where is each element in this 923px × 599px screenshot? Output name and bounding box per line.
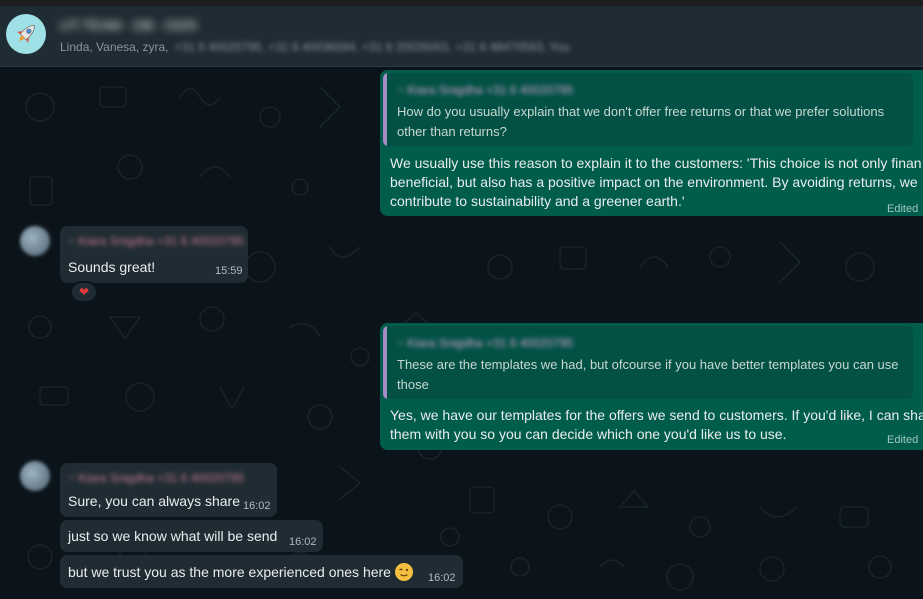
sender-avatar[interactable] — [20, 226, 50, 256]
quoted-text-line: those — [397, 377, 429, 392]
quoted-text: How do you usually explain that we don't… — [397, 102, 884, 142]
quoted-text-line: How do you usually explain that we don't… — [397, 104, 885, 119]
outgoing-message[interactable]: ~ Kiara Snigdha +31 6 40020795 These are… — [380, 323, 923, 450]
message-text: Yes, we have our templates for the offer… — [390, 406, 923, 444]
message-text: just so we know what will be send — [68, 528, 278, 544]
group-members[interactable]: Linda, Vanesa, zyra, +31 6 40020795, +31 … — [60, 40, 570, 54]
message-text: Sounds great! — [68, 259, 156, 275]
message-line: beneficial, but also has a positive impa… — [390, 174, 918, 190]
quoted-sender: ~ Kiara Snigdha +31 6 40020795 — [397, 336, 574, 350]
group-avatar[interactable] — [6, 14, 46, 54]
message-time: 16:02 — [428, 572, 456, 584]
outgoing-message[interactable]: ~ Kiara Snigdha +31 6 40020795 How do yo… — [380, 70, 923, 216]
message-time: 16:02 — [289, 536, 317, 548]
quoted-text-line: other than returns? — [397, 124, 507, 139]
members-hidden: +31 6 40020795, +31 6 40036594, +31 6 20… — [174, 40, 570, 54]
incoming-message[interactable]: ~ Kiara Snigdha +31 6 40020795 Sure, you… — [60, 463, 277, 517]
message-time: 16:02 — [243, 500, 271, 512]
quoted-text: These are the templates we had, but ofco… — [397, 355, 899, 395]
incoming-message[interactable]: but we trust you as the more experienced… — [60, 555, 463, 588]
group-title[interactable]: UT-TEAM - DB - 0325 — [60, 17, 220, 33]
sender-name[interactable]: ~ Kiara Snigdha +31 6 40020795 — [68, 471, 244, 485]
quoted-message[interactable]: ~ Kiara Snigdha +31 6 40020795 These are… — [383, 326, 913, 399]
message-text-content: but we trust you as the more experienced… — [68, 564, 391, 580]
quoted-text-line: These are the templates we had, but ofco… — [397, 357, 899, 372]
quote-accent-bar — [383, 326, 387, 399]
incoming-message[interactable]: just so we know what will be send 16:02 — [60, 520, 323, 552]
message-text: We usually use this reason to explain it… — [390, 154, 922, 211]
winking-face-icon — [394, 563, 413, 581]
message-line: Yes, we have our templates for the offer… — [390, 407, 923, 423]
incoming-message[interactable]: ~ Kiara Snigdha +31 6 40020795 Sounds gr… — [60, 226, 248, 283]
message-time: 15:59 — [215, 265, 243, 277]
quoted-sender: ~ Kiara Snigdha +31 6 40020795 — [397, 83, 574, 97]
chat-header[interactable]: UT-TEAM - DB - 0325 Linda, Vanesa, zyra,… — [0, 6, 923, 67]
message-line: contribute to sustainability and a green… — [390, 193, 685, 209]
message-list[interactable]: ~ Kiara Snigdha +31 6 40020795 How do yo… — [0, 67, 923, 599]
quote-accent-bar — [383, 73, 387, 146]
sender-avatar[interactable] — [20, 461, 50, 491]
message-line: them with you so you can decide which on… — [390, 426, 787, 442]
members-visible: Linda, Vanesa, zyra, — [60, 40, 169, 54]
message-text: but we trust you as the more experienced… — [68, 563, 413, 582]
rocket-icon — [16, 25, 35, 44]
heart-icon: ❤ — [78, 285, 90, 299]
heart-reaction[interactable]: ❤ — [70, 281, 98, 303]
edited-label: Edited — [887, 434, 919, 446]
message-line: We usually use this reason to explain it… — [390, 155, 922, 171]
sender-name[interactable]: ~ Kiara Snigdha +31 6 40020795 — [68, 234, 244, 248]
message-text: Sure, you can always share — [68, 493, 240, 509]
quoted-message[interactable]: ~ Kiara Snigdha +31 6 40020795 How do yo… — [383, 73, 913, 146]
edited-label: Edited — [887, 203, 919, 215]
